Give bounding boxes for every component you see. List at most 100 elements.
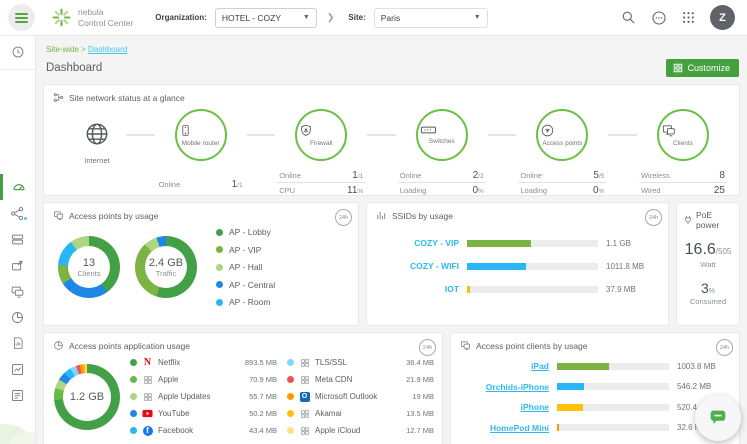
- legend-item: Apple70.9 MB: [130, 374, 277, 385]
- legend-item: Akamai13.5 MB: [287, 408, 434, 419]
- time-range-badge[interactable]: 24h: [419, 339, 436, 356]
- legend-item: YouTube50.2 MB: [130, 408, 277, 419]
- org-site-separator: ❯: [327, 12, 335, 23]
- ssid-link[interactable]: COZY - WIFI: [371, 261, 459, 271]
- facebook-icon: f: [142, 425, 153, 436]
- sidebar-item-report[interactable]: [0, 330, 35, 356]
- ssid-row: COZY - VIP 1.1 GB: [371, 238, 658, 248]
- card-title: SSIDs by usage: [392, 211, 453, 221]
- app-grid-icon: [142, 374, 153, 385]
- status-node-mobile-router: Mobile router Online1/1: [155, 109, 247, 191]
- time-range-badge[interactable]: 24h: [335, 209, 352, 226]
- legend-item: Apple iCloud12.7 MB: [287, 425, 434, 436]
- client-link[interactable]: iPhone: [453, 402, 549, 412]
- devices-icon: [460, 340, 471, 351]
- connector-line: [247, 134, 276, 136]
- mobile-router-icon: [179, 123, 223, 138]
- side-nav: [0, 36, 36, 444]
- breadcrumb: Site-wide > Dashboard: [46, 45, 740, 54]
- customize-button[interactable]: Customize: [666, 59, 739, 77]
- time-range-badge[interactable]: 24h: [645, 209, 662, 226]
- app-grid-icon: [299, 357, 310, 368]
- sidebar-item-dashboard[interactable]: [0, 174, 35, 200]
- account-avatar[interactable]: Z: [710, 5, 735, 30]
- connector-line: [126, 134, 155, 136]
- ssid-row: IOT 37.9 MB: [371, 284, 658, 294]
- legend-item: AP - Central: [216, 280, 275, 290]
- app-grid-icon: [299, 408, 310, 419]
- pie-chart-icon: [53, 340, 64, 351]
- mobile-router-node[interactable]: Mobile router: [175, 109, 227, 161]
- page-title: Dashboard: [46, 62, 102, 74]
- sidebar-item-usage[interactable]: [0, 304, 35, 330]
- ssid-row: COZY - WIFI 1011.8 MB: [371, 261, 658, 271]
- usage-bar: [557, 424, 559, 431]
- hamburger-menu-icon[interactable]: [8, 4, 35, 31]
- legend-item: AP - VIP: [216, 245, 275, 255]
- time-range-badge[interactable]: 24h: [716, 339, 733, 356]
- client-row: iPad 1003.8 MB: [453, 361, 731, 371]
- breadcrumb-current-link[interactable]: Dashboard: [88, 45, 127, 54]
- sidebar-item-switches[interactable]: [0, 226, 35, 252]
- sidebar-item-topology[interactable]: [0, 200, 35, 226]
- network-status-card: Site network status at a glance Internet…: [43, 84, 740, 196]
- more-options-icon[interactable]: [651, 10, 667, 26]
- app-launcher-icon[interactable]: [682, 11, 695, 24]
- switch-icon: [420, 124, 464, 136]
- netflix-icon: N: [142, 357, 153, 368]
- chat-bubble-icon: [707, 407, 729, 429]
- client-link[interactable]: HomePod Mini: [453, 423, 549, 433]
- customize-grid-icon: [673, 63, 683, 73]
- connector-line: [367, 134, 396, 136]
- app-grid-icon: [299, 425, 310, 436]
- poe-stats: 16.6/505 Watt 3% Consumed: [677, 241, 739, 306]
- client-link[interactable]: Orchids-iPhone: [453, 382, 549, 392]
- connector-line: [608, 134, 637, 136]
- application-usage-card: Access points application usage 24h 1.2 …: [43, 332, 443, 444]
- clients-node[interactable]: Clients: [657, 109, 709, 161]
- devices-icon: [53, 210, 64, 221]
- usage-bar: [467, 286, 470, 293]
- youtube-icon: [142, 408, 153, 419]
- status-node-clients: Clients Wireless8 Wired25: [637, 109, 729, 197]
- ap-clients-donut: 13Clients: [58, 236, 120, 298]
- ssid-link[interactable]: COZY - VIP: [371, 238, 459, 248]
- nebula-starburst-icon: [51, 7, 72, 28]
- breadcrumb-parent[interactable]: Site-wide: [46, 45, 79, 54]
- sidebar-item-access-points[interactable]: [0, 278, 35, 304]
- nebula-logo[interactable]: nebula Control Center: [51, 7, 133, 28]
- sidebar-item-gateway[interactable]: [0, 252, 35, 278]
- client-row: HomePod Mini 32.6 MB: [453, 423, 731, 433]
- site-select[interactable]: Paris▼: [374, 8, 488, 28]
- globe-icon: [84, 121, 110, 147]
- status-node-firewall: Firewall Online1/1 CPU11%: [275, 109, 367, 197]
- access-points-node[interactable]: Access points: [536, 109, 588, 161]
- internet-node: Internet: [68, 121, 126, 165]
- access-points-by-usage-card: Access points by usage 24h 13Clients 2.4…: [43, 202, 359, 326]
- sidebar-item-analytics[interactable]: [0, 356, 35, 382]
- chevron-down-icon: ▼: [303, 14, 310, 21]
- firewall-node[interactable]: Firewall: [295, 109, 347, 161]
- organization-select[interactable]: HOTEL - COZY▼: [215, 8, 317, 28]
- card-title: PoE power: [696, 210, 734, 230]
- search-icon[interactable]: [621, 10, 636, 25]
- logo-text: nebula Control Center: [78, 7, 133, 27]
- sidebar-decoration: [0, 400, 35, 444]
- topology-icon: [53, 92, 64, 103]
- switches-node[interactable]: Switches: [416, 109, 468, 161]
- access-point-icon: [540, 123, 584, 138]
- main-content: Site-wide > Dashboard Dashboard Customiz…: [36, 36, 747, 444]
- top-bar: nebula Control Center Organization: HOTE…: [0, 0, 747, 36]
- ap-traffic-donut: 2.4 GBTraffic: [135, 236, 197, 298]
- client-link[interactable]: iPad: [453, 361, 549, 371]
- application-usage-donut: 1.2 GB: [54, 364, 120, 430]
- support-chat-button[interactable]: [695, 395, 741, 441]
- usage-bar: [557, 363, 609, 370]
- notification-dot: [23, 216, 28, 221]
- usage-bar: [557, 383, 584, 390]
- legend-item: Apple Updates55.7 MB: [130, 391, 277, 402]
- app-legend-col-1: NNetflix893.5 MB Apple70.9 MB Apple Upda…: [130, 357, 277, 436]
- legend-item: OMicrosoft Outlook19 MB: [287, 391, 434, 402]
- pin-navigation-icon[interactable]: [0, 42, 35, 62]
- ssid-link[interactable]: IOT: [371, 284, 459, 294]
